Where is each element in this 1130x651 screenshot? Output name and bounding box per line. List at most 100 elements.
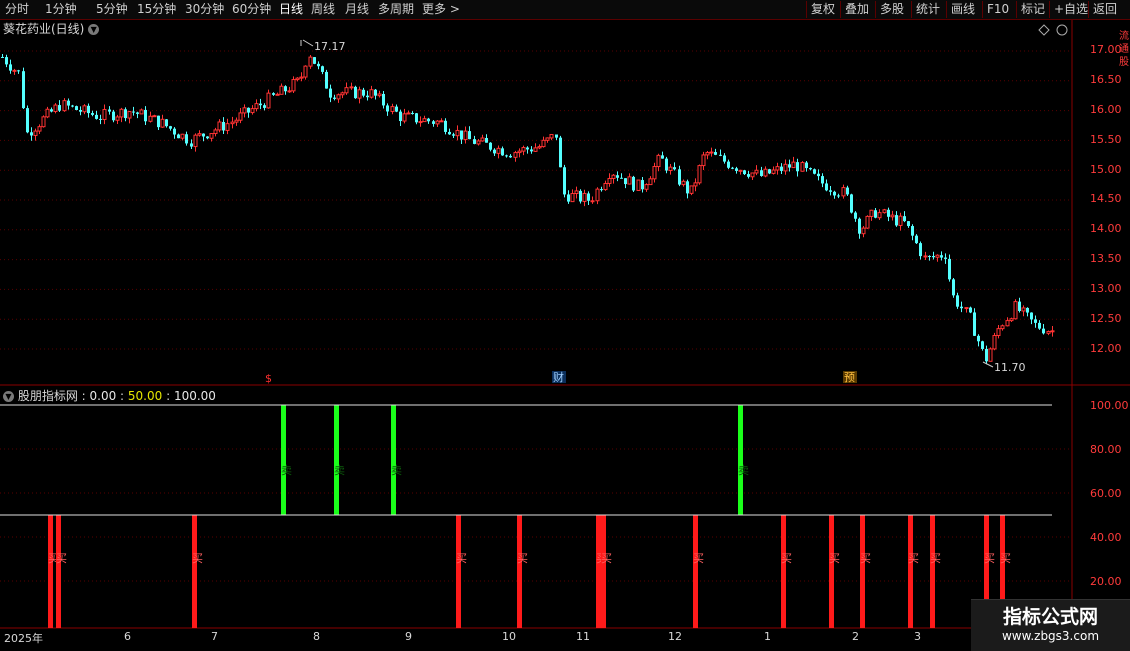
add-watchlist-button[interactable]: +自选	[1049, 1, 1088, 18]
buy-bar	[596, 515, 601, 628]
candle-body	[911, 226, 914, 236]
chevron-down-icon[interactable]: ▼	[3, 391, 14, 402]
candle-body	[95, 114, 98, 119]
tab-fenshi[interactable]: 分时	[5, 1, 29, 18]
tab-30min[interactable]: 30分钟	[185, 1, 224, 18]
candle-body	[230, 121, 235, 125]
candle-body	[1021, 307, 1026, 312]
indicator-tick: 100.00	[1090, 399, 1129, 412]
candle-body	[985, 348, 988, 362]
tab-weekly[interactable]: 周线	[311, 1, 335, 18]
candle-body	[590, 200, 595, 203]
candle-body	[887, 209, 890, 217]
tab-15min[interactable]: 15分钟	[137, 1, 176, 18]
dividend-marker: $	[265, 372, 272, 385]
candle-body	[9, 64, 12, 71]
tab-1min[interactable]: 1分钟	[45, 1, 77, 18]
f10-button[interactable]: F10	[982, 1, 1009, 18]
candle-body	[689, 185, 694, 194]
candle-body	[45, 108, 50, 118]
candle-body	[768, 169, 771, 174]
candle-body	[783, 163, 788, 172]
buy-bar	[56, 515, 61, 628]
overlay-button[interactable]: 叠加	[840, 1, 869, 18]
low-annotation: 11.70	[982, 361, 1026, 374]
candle-body	[136, 112, 139, 114]
candle-body	[681, 180, 686, 186]
indicator-tick: 20.00	[1090, 575, 1122, 588]
back-button[interactable]: 返回	[1088, 1, 1117, 18]
candle-body	[238, 112, 243, 121]
candle-body	[791, 161, 796, 169]
candle-body	[1046, 331, 1051, 334]
candle-body	[760, 170, 763, 176]
candle-body	[841, 187, 846, 197]
date-label: 9	[405, 630, 412, 643]
buy-label: 买	[693, 552, 704, 565]
buy-label: 买	[48, 552, 59, 565]
candle-body	[329, 88, 332, 98]
candle-body	[611, 174, 616, 179]
buy-label: 买	[1000, 552, 1011, 565]
candle-body	[895, 215, 898, 226]
price-tick: 13.00	[1090, 282, 1122, 295]
stats-button[interactable]: 统计	[911, 1, 940, 18]
candle-body	[656, 154, 661, 168]
multi-stock-button[interactable]: 多股	[875, 1, 904, 18]
date-label: 10	[502, 630, 516, 643]
chevron-down-icon[interactable]: ▼	[88, 24, 100, 35]
candle-body	[747, 174, 750, 177]
candle-body	[340, 92, 345, 96]
buy-bar	[930, 515, 935, 628]
candle-body	[489, 142, 492, 150]
signal-bars: 买买买买买买买买买买买买买买买卖卖卖卖	[48, 405, 1011, 628]
candle-body	[932, 256, 935, 258]
buy-label: 买	[601, 552, 612, 565]
period-toolbar: 分时 1分钟 5分钟 15分钟 30分钟 60分钟 日线 周线 月线 多周期 更…	[0, 0, 1130, 20]
tab-5min[interactable]: 5分钟	[96, 1, 128, 18]
candle-body	[709, 151, 714, 154]
candle-body	[344, 87, 349, 94]
candle-body	[903, 216, 906, 222]
tab-monthly[interactable]: 月线	[345, 1, 369, 18]
candle-body	[988, 348, 993, 362]
mark-button[interactable]: 标记	[1016, 1, 1045, 18]
candle-body	[406, 112, 411, 115]
indicator-title: ▼ 股朋指标网 : 0.00 : 50.00 : 100.00	[3, 387, 216, 404]
candle-body	[62, 100, 67, 112]
candle-body	[719, 154, 722, 156]
candle-body	[1038, 322, 1041, 329]
candle-body	[197, 133, 202, 136]
candle-body	[473, 139, 476, 144]
candle-body	[940, 255, 943, 258]
candle-body	[960, 306, 963, 309]
buy-bar	[601, 515, 606, 628]
candle-body	[206, 136, 209, 139]
draw-button[interactable]: 画线	[946, 1, 975, 18]
buy-label: 买	[596, 552, 607, 565]
tab-daily[interactable]: 日线	[279, 1, 303, 18]
candle-body	[119, 108, 124, 118]
candle-body	[809, 168, 812, 170]
circle-icon[interactable]	[1056, 24, 1068, 36]
tab-60min[interactable]: 60分钟	[232, 1, 271, 18]
candle-body	[58, 105, 61, 111]
candle-body	[485, 138, 488, 143]
indicator-value-100: 100.00	[173, 389, 216, 403]
price-tick: 14.50	[1090, 192, 1122, 205]
candle-body	[632, 176, 635, 191]
main-gridlines	[0, 50, 1072, 350]
watermark: 指标公式网 www.zbgs3.com	[971, 599, 1130, 651]
candle-body	[846, 187, 849, 195]
candle-body	[209, 133, 214, 139]
candle-body	[225, 123, 230, 131]
tab-more[interactable]: 更多 >	[422, 1, 460, 18]
candle-body	[678, 169, 681, 185]
tab-multi-period[interactable]: 多周期	[378, 1, 414, 18]
candle-body	[559, 137, 562, 168]
candle-body	[435, 120, 440, 125]
chart-canvas[interactable]: 买买买买买买买买买买买买买买买卖卖卖卖 17.17 11.70 $ 财 预	[0, 0, 1130, 650]
diamond-icon[interactable]	[1038, 24, 1050, 36]
candle-body	[362, 89, 365, 96]
fuquan-button[interactable]: 复权	[806, 1, 835, 18]
